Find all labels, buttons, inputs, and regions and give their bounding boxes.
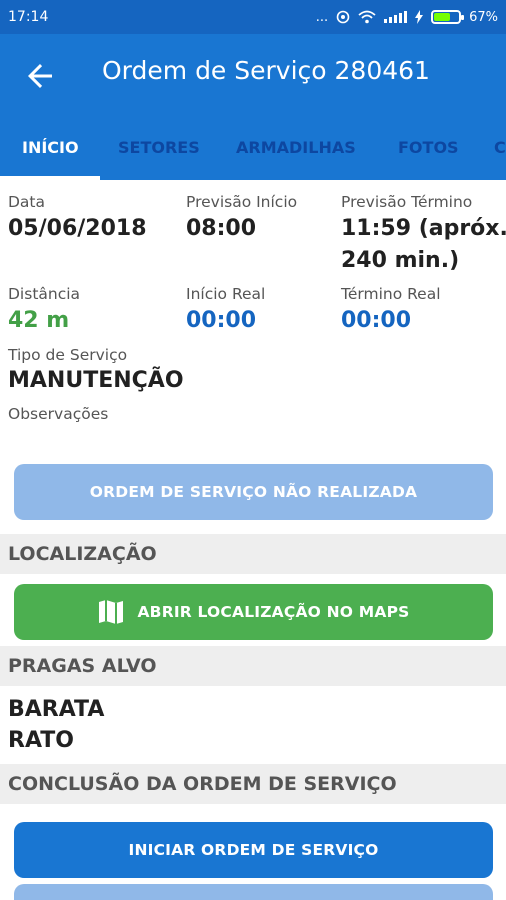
previsao-inicio-value: 08:00: [186, 216, 257, 241]
map-icon: [99, 600, 124, 624]
previsao-termino-label: Previsão Término: [341, 193, 473, 211]
tab-inicio[interactable]: INÍCIO: [22, 138, 79, 157]
wifi-icon: [358, 10, 376, 24]
arrow-left-icon[interactable]: [22, 58, 58, 94]
signal-icon: [384, 11, 408, 23]
praga-item: BARATA: [8, 697, 105, 722]
tab-bar: INÍCIO SETORES ARMADILHAS FOTOS C: [0, 118, 506, 180]
section-pragas-alvo: PRAGAS ALVO: [0, 646, 506, 686]
sync-icon: [336, 10, 350, 24]
app-bar: Ordem de Serviço 280461: [0, 34, 506, 118]
notification-dots: ...: [315, 9, 329, 25]
battery-percent: 67%: [469, 9, 498, 25]
data-value: 05/06/2018: [8, 216, 147, 241]
section-localizacao: LOCALIZAÇÃO: [0, 534, 506, 574]
tab-fotos[interactable]: FOTOS: [398, 138, 459, 157]
tipo-servico-label: Tipo de Serviço: [8, 346, 128, 364]
abrir-maps-label: ABRIR LOCALIZAÇÃO NO MAPS: [137, 603, 410, 621]
tab-setores[interactable]: SETORES: [118, 138, 200, 157]
abrir-maps-button[interactable]: ABRIR LOCALIZAÇÃO NO MAPS: [14, 584, 493, 640]
observacoes-label: Observações: [8, 405, 109, 423]
previsao-inicio-label: Previsão Início: [186, 193, 298, 211]
iniciar-button[interactable]: INICIAR ORDEM DE SERVIÇO: [14, 822, 493, 878]
iniciar-label: INICIAR ORDEM DE SERVIÇO: [128, 841, 379, 859]
inicio-real-value: 00:00: [186, 308, 257, 333]
termino-real-value: 00:00: [341, 308, 412, 333]
previsao-termino-value-2: 240 min.): [341, 248, 460, 273]
charging-icon: [415, 10, 424, 24]
status-bar: 17:14 ... 67%: [0, 0, 506, 34]
praga-item: RATO: [8, 728, 74, 753]
tab-indicator: [0, 176, 100, 180]
nao-realizada-label: ORDEM DE SERVIÇO NÃO REALIZADA: [89, 483, 418, 501]
status-icons: ... 67%: [316, 10, 498, 25]
inicio-real-label: Início Real: [186, 285, 266, 303]
termino-real-label: Término Real: [341, 285, 441, 303]
section-conclusao: CONCLUSÃO DA ORDEM DE SERVIÇO: [0, 764, 506, 804]
page-title: Ordem de Serviço 280461: [102, 56, 430, 85]
battery-icon: [431, 10, 465, 24]
next-action-button[interactable]: [14, 884, 493, 900]
tipo-servico-value: MANUTENÇÃO: [8, 368, 184, 393]
previsao-termino-value: 11:59 (apróx.: [341, 216, 506, 241]
data-label: Data: [8, 193, 46, 211]
nao-realizada-button[interactable]: ORDEM DE SERVIÇO NÃO REALIZADA: [14, 464, 493, 520]
distancia-value: 42 m: [8, 308, 70, 333]
tab-armadilhas[interactable]: ARMADILHAS: [236, 138, 356, 157]
status-time: 17:14: [8, 9, 49, 25]
distancia-label: Distância: [8, 285, 81, 303]
tab-more[interactable]: C: [494, 138, 506, 157]
